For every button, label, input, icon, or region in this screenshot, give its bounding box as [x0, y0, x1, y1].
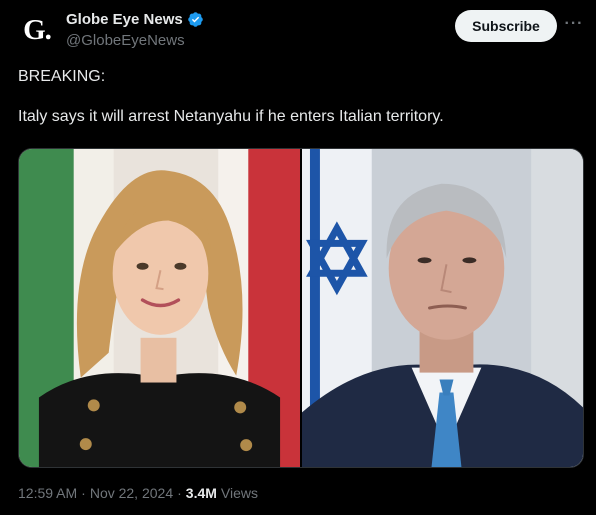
tweet-media[interactable]	[18, 148, 584, 468]
meta-separator: ·	[81, 485, 86, 501]
meta-separator: ·	[177, 485, 182, 501]
handle[interactable]: @GlobeEyeNews	[66, 32, 185, 49]
tweet-text-line1: BREAKING:	[18, 68, 106, 85]
views-count: 3.4M	[185, 485, 217, 501]
tweet-date[interactable]: Nov 22, 2024	[90, 485, 173, 501]
more-options-icon[interactable]: ···	[562, 12, 586, 36]
subscribe-button[interactable]: Subscribe	[455, 10, 557, 42]
tweet-meta: 12:59 AM · Nov 22, 2024 · 3.4M Views	[18, 485, 258, 501]
media-image-left[interactable]	[19, 149, 300, 467]
views-label: Views	[220, 485, 259, 501]
avatar[interactable]: G.	[17, 10, 57, 50]
display-name-row[interactable]: Globe Eye News	[66, 11, 204, 28]
tweet-header: G. Globe Eye News @GlobeEyeNews Subscrib…	[0, 0, 596, 56]
tweet-text: BREAKING: Italy says it will arrest Neta…	[18, 67, 578, 147]
verified-badge-icon	[187, 12, 203, 27]
media-image-right[interactable]	[302, 149, 583, 467]
tweet-time[interactable]: 12:59 AM	[18, 485, 77, 501]
display-name[interactable]: Globe Eye News	[66, 11, 183, 28]
tweet-text-line2: Italy says it will arrest Netanyahu if h…	[18, 108, 444, 125]
woman-portrait-italian-flag-photo	[19, 149, 300, 467]
man-portrait-israeli-flag-photo	[302, 149, 583, 467]
